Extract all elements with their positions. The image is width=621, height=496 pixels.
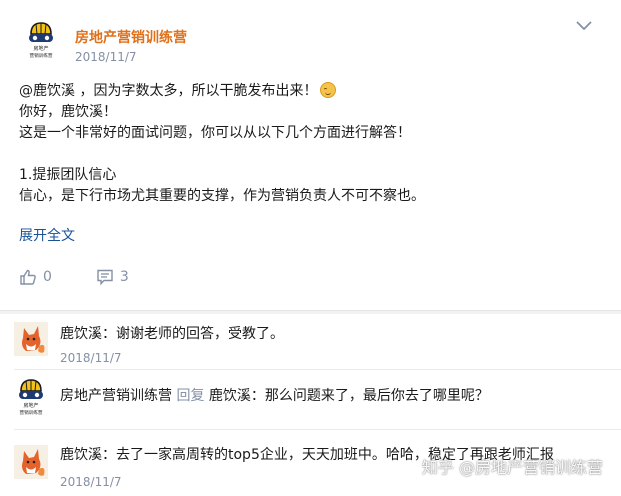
avatar-text-line1: 房地产 [33, 45, 48, 52]
like-button[interactable]: 0 [19, 268, 52, 286]
reply-keyword: 回复 [176, 388, 205, 404]
comment-separator [14, 369, 621, 370]
thumbs-up-icon [20, 269, 36, 285]
fox-avatar-icon[interactable] [14, 445, 48, 479]
fox-avatar-icon[interactable] [14, 322, 48, 356]
comment-count: 3 [119, 269, 129, 285]
expand-full-text-link[interactable]: 展开全文 [19, 225, 75, 245]
comment-body: ：那么问题来了，最后你去了哪里呢？ [250, 388, 489, 404]
action-bar: 0 3 [19, 268, 129, 286]
comment-date: 2018/11/7 [60, 475, 122, 489]
comment-item: 房地产 营销训练营 房地产营销训练营 回复 鹿饮溪：那么问题来了，最后你去了哪里… [0, 371, 621, 430]
answer-body: @鹿饮溪 ，因为字数太多，所以干脆发布出来！ 你好，鹿饮溪！ 这是一个非常好的面… [19, 81, 425, 207]
smile-emoji-icon [320, 82, 337, 98]
comment-separator [14, 429, 621, 430]
avatar-text-line2: 营销训练营 [20, 409, 43, 416]
post-date: 2018/11/7 [75, 50, 137, 64]
comment-icon [97, 269, 113, 286]
chevron-down-icon[interactable] [574, 18, 594, 34]
training-camp-avatar-icon[interactable]: 房地产 营销训练营 [16, 377, 46, 417]
body-line: 这是一个非常好的面试问题，你可以从以下几个方面进行解答！ [19, 125, 411, 141]
comment-text: 鹿饮溪：谢谢老师的回答，受教了。 [60, 323, 284, 343]
training-camp-avatar-icon[interactable]: 房地产 营销训练营 [26, 20, 56, 60]
body-line: 信心，是下行市场尤其重要的支撑，作为营销负责人不可不察也。 [19, 188, 425, 204]
body-line: 你好，鹿饮溪！ [19, 104, 117, 120]
commenter-name[interactable]: 鹿饮溪 [60, 326, 102, 342]
like-count: 0 [43, 269, 52, 285]
answer-card: 房地产 营销训练营 房地产营销训练营 2018/11/7 @鹿饮溪 ，因为字数太… [0, 0, 621, 310]
commenter-name[interactable]: 鹿饮溪 [60, 447, 102, 463]
body-line: @鹿饮溪 ，因为字数太多，所以干脆发布出来！ [19, 81, 425, 102]
body-line: 1.提振团队信心 [19, 167, 117, 183]
reply-target-name[interactable]: 鹿饮溪 [209, 388, 251, 404]
author-name[interactable]: 房地产营销训练营 [75, 27, 187, 47]
comment-body: ：谢谢老师的回答，受教了。 [102, 326, 284, 342]
comment-date: 2018/11/7 [60, 351, 122, 365]
comment-item: 鹿饮溪：谢谢老师的回答，受教了。 2018/11/7 [0, 314, 621, 370]
comment-button[interactable]: 3 [96, 268, 129, 286]
commenter-name[interactable]: 房地产营销训练营 [60, 388, 172, 404]
zhihu-watermark: 知乎 @房地产营销训练营 [421, 458, 603, 477]
comment-text: 房地产营销训练营 回复 鹿饮溪：那么问题来了，最后你去了哪里呢？ [60, 385, 489, 405]
avatar-text-line1: 房地产 [23, 402, 38, 409]
body-line-text: @鹿饮溪 ，因为字数太多，所以干脆发布出来！ [19, 83, 318, 99]
avatar-text-line2: 营销训练营 [30, 52, 53, 59]
